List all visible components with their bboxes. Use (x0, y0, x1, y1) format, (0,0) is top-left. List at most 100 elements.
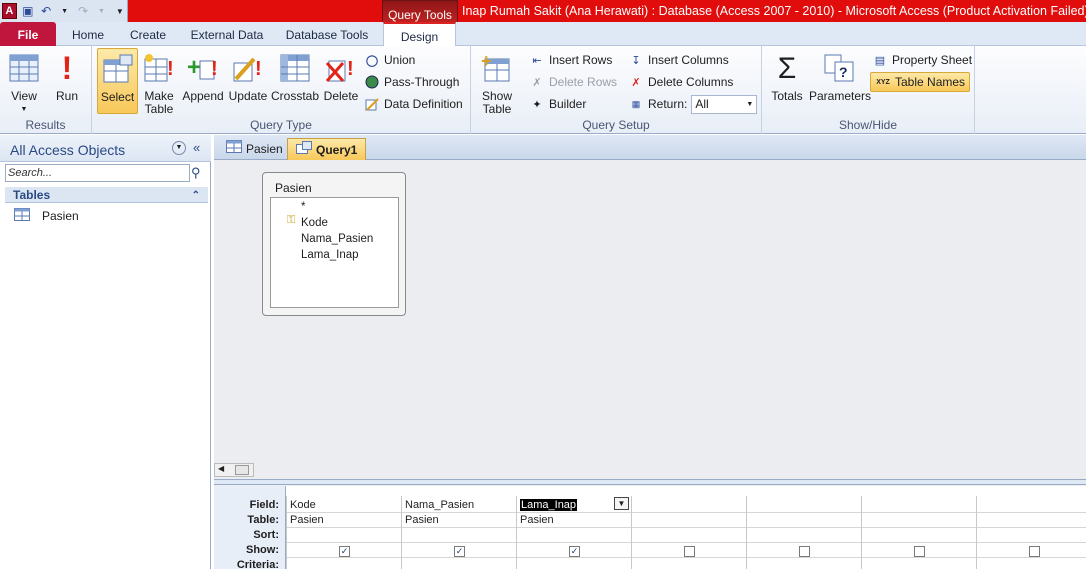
chevron-down-icon: ▼ (20, 106, 28, 113)
grid-table-cell[interactable]: Pasien (290, 514, 324, 526)
grid-table-cell[interactable]: Pasien (520, 514, 554, 526)
grid-column[interactable] (976, 496, 1086, 569)
parameters-button[interactable]: ? Parameters (809, 48, 871, 103)
grid-column[interactable] (861, 496, 976, 569)
nav-header[interactable]: All Access Objects ▼ « (0, 135, 211, 162)
pane-splitter[interactable] (214, 479, 1086, 485)
horizontal-scrollbar[interactable]: ◀ (214, 463, 254, 477)
grid-column[interactable]: Lama_Inap ▼ Pasien ✓ (516, 496, 631, 569)
globe-icon (364, 74, 380, 90)
show-checkbox[interactable] (684, 546, 695, 557)
show-checkbox[interactable]: ✓ (339, 546, 350, 557)
tab-file[interactable]: File (0, 22, 56, 46)
svg-text:!: ! (167, 58, 174, 80)
tab-home[interactable]: Home (64, 22, 112, 46)
grid-table-cell[interactable]: Pasien (405, 514, 439, 526)
pass-through-button[interactable]: Pass-Through (364, 72, 459, 92)
table-icon (226, 138, 242, 160)
tab-design[interactable]: Design (383, 22, 456, 47)
show-checkbox[interactable] (1029, 546, 1040, 557)
table-names-button[interactable]: XYZ Table Names (870, 72, 971, 92)
nav-section-tables[interactable]: Tables ⌃ (5, 187, 208, 203)
dropdown-icon[interactable]: ▼ (57, 3, 71, 19)
run-label: Run (55, 89, 78, 103)
doc-tab-pasien[interactable]: Pasien (218, 138, 291, 160)
delete-query-button[interactable]: ! Delete (321, 48, 361, 103)
show-checkbox[interactable]: ✓ (454, 546, 465, 557)
union-button[interactable]: ◯ Union (364, 50, 416, 70)
parameters-icon: ? (822, 50, 856, 86)
svg-text:?: ? (839, 64, 848, 80)
tab-create[interactable]: Create (122, 22, 174, 46)
field-list-item[interactable]: Nama_Pasien (301, 233, 373, 245)
nav-item-pasien[interactable]: Pasien (14, 208, 79, 224)
group-results: View ▼ ! Run Results (0, 46, 92, 134)
row-label-field: Field: (249, 499, 279, 511)
append-button[interactable]: +! Append (180, 48, 226, 103)
grid-field-cell[interactable]: Lama_Inap (520, 499, 578, 511)
row-label-sort: Sort: (253, 529, 279, 541)
collapse-pane-icon[interactable]: « (193, 140, 200, 155)
tab-database-tools[interactable]: Database Tools (280, 22, 374, 46)
data-definition-button[interactable]: Data Definition (364, 94, 463, 114)
show-table-button[interactable]: + Show Table (475, 48, 519, 116)
insert-columns-button[interactable]: ↧ Insert Columns (628, 50, 728, 70)
crosstab-label: Crosstab (271, 89, 320, 103)
show-checkbox[interactable]: ✓ (569, 546, 580, 557)
select-label: Select (100, 90, 135, 104)
grid-field-cell[interactable]: Nama_Pasien (405, 499, 474, 511)
grid-field-cell[interactable]: Kode (290, 499, 316, 511)
customize-qat-icon[interactable]: ▼ (113, 3, 127, 19)
property-sheet-button[interactable]: ▤ Property Sheet (872, 50, 972, 70)
grid-column[interactable]: Kode Pasien ✓ (286, 496, 401, 569)
crosstab-button[interactable]: Crosstab (271, 48, 319, 103)
chevron-down-circle-icon[interactable]: ▼ (172, 141, 186, 155)
svg-text:+: + (481, 53, 492, 71)
totals-button[interactable]: Σ Totals (767, 48, 807, 103)
show-checkbox[interactable] (914, 546, 925, 557)
doc-tab-query1[interactable]: Query1 (287, 138, 367, 160)
search-icon[interactable]: ⚲ (191, 165, 201, 181)
property-sheet-label: Property Sheet (892, 53, 973, 67)
field-list-item[interactable]: Lama_Inap (301, 249, 359, 261)
group-label-results: Results (25, 118, 66, 132)
field-list-item[interactable]: Kode (301, 217, 328, 229)
delete-columns-button[interactable]: ✗ Delete Columns (628, 72, 733, 92)
scroll-left-icon[interactable]: ◀ (218, 464, 224, 473)
scroll-thumb[interactable] (235, 465, 249, 475)
undo-icon[interactable]: ↶ (39, 3, 53, 19)
show-checkbox[interactable] (799, 546, 810, 557)
redo-icon[interactable]: ↷ (76, 3, 90, 19)
view-button[interactable]: View ▼ (4, 48, 44, 116)
nav-title[interactable]: All Access Objects (10, 142, 125, 158)
select-query-button[interactable]: Select (97, 48, 138, 114)
table-field-list[interactable]: Pasien * ⚿ Kode Nama_Pasien Lama_Inap (262, 172, 406, 316)
run-button[interactable]: ! Run (48, 48, 86, 103)
tab-external-data[interactable]: External Data (184, 22, 270, 46)
grid-column[interactable]: Nama_Pasien Pasien ✓ (401, 496, 516, 569)
primary-key-icon: ⚿ (287, 214, 296, 226)
insert-rows-button[interactable]: ⇤ Insert Rows (529, 50, 612, 70)
show-table-icon: + (480, 50, 514, 86)
insert-rows-label: Insert Rows (549, 53, 613, 67)
dropdown-icon[interactable]: ▼ (94, 3, 108, 19)
nav-search-input[interactable]: Search... (5, 164, 190, 182)
return-select[interactable]: All ▼ (691, 94, 758, 114)
save-icon[interactable]: ▣ (21, 3, 35, 19)
collapse-section-icon[interactable]: ⌃ (192, 187, 200, 204)
insert-columns-icon: ↧ (631, 54, 641, 67)
field-dropdown-icon[interactable]: ▼ (614, 497, 629, 510)
grid-column[interactable] (631, 496, 746, 569)
svg-text:+: + (187, 54, 201, 81)
make-table-button[interactable]: ! Make Table (142, 48, 176, 116)
grid-column[interactable] (746, 496, 861, 569)
update-button[interactable]: ! Update (227, 48, 269, 103)
row-label-table: Table: (247, 514, 279, 526)
union-icon: ◯ (365, 54, 379, 67)
field-list-item[interactable]: * (301, 201, 305, 213)
row-label-criteria: Criteria: (236, 559, 279, 571)
table-icon (14, 208, 30, 224)
data-definition-icon (364, 96, 380, 112)
delete-rows-button[interactable]: ✗ Delete Rows (529, 72, 617, 92)
builder-button[interactable]: ✦ Builder (529, 94, 586, 114)
